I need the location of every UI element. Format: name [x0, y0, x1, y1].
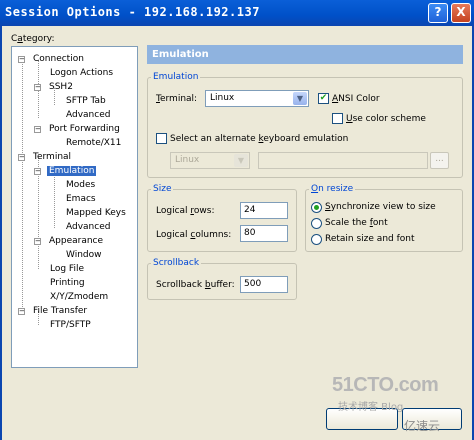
collapse-icon[interactable]: −: [18, 56, 25, 63]
logical-rows-label: Logical rows:: [156, 206, 215, 216]
alternate-keyboard-label: Select an alternate keyboard emulation: [170, 134, 349, 144]
tree-item-port-forwarding[interactable]: − Port Forwarding: [34, 123, 122, 136]
tree-item-window[interactable]: Window: [64, 249, 104, 262]
tree-item-emulation-advanced[interactable]: Advanced: [64, 221, 112, 234]
tree-item-printing[interactable]: Printing: [48, 277, 87, 290]
tree-item-ssh2-advanced[interactable]: Advanced: [64, 109, 112, 122]
tree-item-sftp-tab[interactable]: SFTP Tab: [64, 95, 108, 108]
on-resize-group-legend: On resize: [311, 184, 354, 194]
help-button[interactable]: ?: [428, 3, 448, 23]
tree-item-ftp-sftp[interactable]: FTP/SFTP: [48, 319, 93, 332]
logical-columns-input[interactable]: 80: [240, 225, 288, 242]
tree-item-appearance[interactable]: − Appearance: [34, 235, 105, 248]
sync-view-radio[interactable]: [311, 202, 322, 213]
close-button[interactable]: X: [451, 3, 471, 23]
chevron-down-icon[interactable]: ▼: [293, 92, 307, 105]
tree-item-modes[interactable]: Modes: [64, 179, 97, 192]
emulation-group-legend: Emulation: [153, 72, 199, 82]
scrollback-buffer-label: Scrollback buffer:: [156, 280, 235, 290]
tree-item-mapped-keys[interactable]: Mapped Keys: [64, 207, 128, 220]
watermark-tagline: 技术博客 Blog: [338, 402, 404, 413]
alternate-keyboard-file-input[interactable]: [258, 152, 428, 169]
collapse-icon[interactable]: −: [34, 168, 41, 175]
window-title: Session Options - 192.168.192.137: [5, 5, 260, 19]
alternate-keyboard-select[interactable]: Linux ▼: [170, 152, 250, 169]
scrollback-group-legend: Scrollback: [153, 258, 200, 268]
ansi-color-checkbox[interactable]: ✔: [318, 93, 329, 104]
category-tree[interactable]: − Connection Logon Actions − SSH2 SFTP T…: [11, 46, 138, 368]
collapse-icon[interactable]: −: [18, 154, 25, 161]
logical-rows-input[interactable]: 24: [240, 202, 288, 219]
collapse-icon[interactable]: −: [34, 238, 41, 245]
tree-item-xyzmodem[interactable]: X/Y/Zmodem: [48, 291, 110, 304]
retain-size-radio[interactable]: [311, 234, 322, 245]
tree-item-file-transfer[interactable]: − File Transfer: [18, 305, 89, 318]
alternate-keyboard-checkbox[interactable]: [156, 133, 167, 144]
size-group-legend: Size: [153, 184, 172, 194]
tree-line: [54, 172, 55, 228]
panel-header: Emulation: [147, 45, 463, 64]
tree-item-logon-actions[interactable]: Logon Actions: [48, 67, 115, 80]
tree-item-emacs[interactable]: Emacs: [64, 193, 98, 206]
browse-button[interactable]: ...: [430, 152, 449, 169]
category-label: Category:: [11, 34, 55, 44]
ansi-color-label: ANSI Color: [332, 94, 380, 104]
tree-item-log-file[interactable]: Log File: [48, 263, 86, 276]
watermark-site: 51CTO.com: [332, 374, 439, 396]
use-color-scheme-label: Use color scheme: [346, 114, 426, 124]
chevron-down-icon[interactable]: ▼: [234, 154, 248, 167]
title-bar: Session Options - 192.168.192.137 ? X: [0, 0, 474, 26]
terminal-select[interactable]: Linux ▼: [205, 90, 309, 107]
watermark-logo: 亿速云: [404, 419, 441, 433]
tree-line: [22, 60, 23, 315]
tree-item-connection[interactable]: − Connection: [18, 53, 86, 66]
logical-columns-label: Logical columns:: [156, 230, 232, 240]
terminal-label: Terminal:: [156, 94, 198, 104]
scale-font-radio[interactable]: [311, 218, 322, 229]
tree-item-ssh2[interactable]: − SSH2: [34, 81, 75, 94]
tree-item-terminal[interactable]: − Terminal: [18, 151, 73, 164]
tree-item-remote-x11[interactable]: Remote/X11: [64, 137, 123, 150]
scale-font-label: Scale the font: [325, 218, 388, 228]
collapse-icon[interactable]: −: [18, 308, 25, 315]
retain-size-label: Retain size and font: [325, 234, 415, 244]
sync-view-label: Synchronize view to size: [325, 202, 436, 212]
use-color-scheme-checkbox[interactable]: [332, 113, 343, 124]
collapse-icon[interactable]: −: [34, 126, 41, 133]
tree-item-emulation[interactable]: − Emulation: [34, 165, 97, 178]
scrollback-buffer-input[interactable]: 500: [240, 276, 288, 293]
collapse-icon[interactable]: −: [34, 84, 41, 91]
